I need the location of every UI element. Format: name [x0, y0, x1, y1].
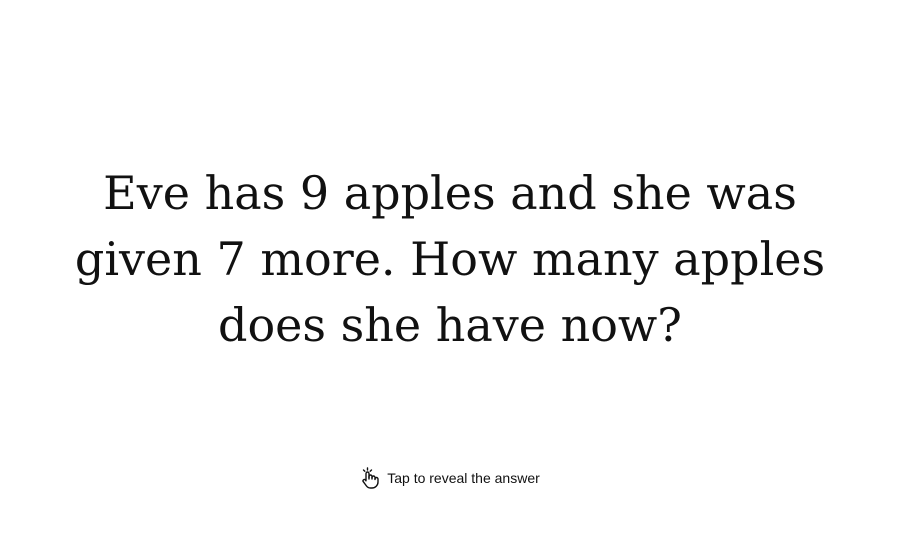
tap-hand-icon: [360, 467, 380, 489]
question-text: Eve has 9 apples and she was given 7 mor…: [74, 166, 826, 352]
reveal-answer-button[interactable]: Tap to reveal the answer: [0, 467, 900, 489]
flashcard[interactable]: Eve has 9 apples and she was given 7 mor…: [0, 0, 900, 550]
reveal-answer-label: Tap to reveal the answer: [387, 470, 540, 486]
